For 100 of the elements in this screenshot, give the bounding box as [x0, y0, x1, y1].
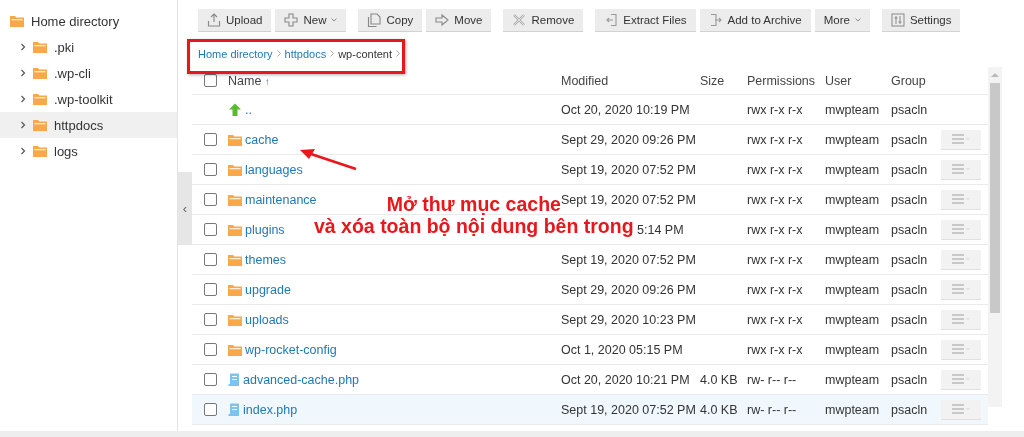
folder-icon: [228, 193, 242, 206]
file-name-link[interactable]: themes: [245, 252, 286, 267]
column-header[interactable]: Group: [891, 73, 926, 88]
tree-item[interactable]: Home directory: [0, 8, 177, 34]
modified-cell: Sept 29, 2020 09:26 PM: [561, 132, 696, 147]
toolbar-button[interactable]: Copy: [358, 9, 423, 32]
file-row[interactable]: uploads Sept 29, 2020 10:23 PM rwx r-x r-x mwpteam psacln: [192, 305, 988, 335]
column-header[interactable]: Modified: [561, 73, 609, 88]
tree-item[interactable]: httpdocs: [0, 112, 177, 138]
row-checkbox[interactable]: [203, 403, 217, 416]
column-header[interactable]: User: [825, 73, 852, 88]
file-name-link[interactable]: languages: [245, 162, 303, 177]
folder-icon: [228, 283, 242, 296]
menu-icon: [952, 194, 970, 204]
permissions-cell: rwx r-x r-x: [747, 132, 803, 147]
breadcrumb-link[interactable]: wp-content: [338, 47, 392, 60]
user-cell: mwpteam: [825, 132, 880, 147]
toolbar-button[interactable]: Add to Archive: [699, 9, 811, 32]
group-cell: psacln: [891, 162, 928, 177]
group-cell: psacln: [891, 252, 928, 267]
row-checkbox[interactable]: [203, 223, 217, 236]
row-checkbox[interactable]: [203, 253, 217, 266]
group-cell: psacln: [891, 342, 928, 357]
chevron-icon: [330, 50, 335, 57]
toolbar-button[interactable]: Move: [426, 9, 492, 32]
permissions-cell: rwx r-x r-x: [747, 252, 803, 267]
row-checkbox[interactable]: [203, 163, 217, 176]
row-checkbox[interactable]: [203, 313, 217, 326]
modified-cell: Oct 20, 2020 10:21 PM: [561, 372, 690, 387]
file-row[interactable]: upgrade Sept 29, 2020 09:26 PM rwx r-x r-x mwpteam psacln: [192, 275, 988, 305]
size-cell: 4.0 KB: [700, 402, 738, 417]
file-name-link[interactable]: ..: [245, 102, 252, 117]
chevron-icon[interactable]: [19, 95, 27, 103]
user-cell: mwpteam: [825, 162, 880, 177]
user-cell: mwpteam: [825, 402, 880, 417]
file-row[interactable]: languages Sept 19, 2020 07:52 PM rwx r-x r-x mwpteam psacln: [192, 155, 988, 185]
file-row[interactable]: themes Sept 19, 2020 07:52 PM rwx r-x r-x mwpteam psacln: [192, 245, 988, 275]
column-header[interactable]: Permissions: [747, 73, 816, 88]
modified-cell: Sept 29, 2020 09:26 PM: [561, 282, 696, 297]
user-cell: mwpteam: [825, 222, 880, 237]
menu-icon: [952, 254, 970, 264]
file-name-link[interactable]: uploads: [245, 312, 289, 327]
menu-icon: [952, 134, 970, 144]
toolbar-button[interactable]: Settings: [881, 9, 961, 32]
menu-icon: [952, 164, 970, 174]
tree-item[interactable]: .pki: [0, 34, 177, 60]
file-row[interactable]: index.php Sept 19, 2020 07:52 PM 4.0 KB rw- r-- r-- mwpteam psacln: [192, 395, 988, 425]
file-row[interactable]: cache Sept 29, 2020 09:26 PM rwx r-x r-x mwpteam psacln: [192, 125, 988, 155]
file-row[interactable]: wp-rocket-config Oct 1, 2020 05:15 PM rwx r-x r-x mwpteam psacln: [192, 335, 988, 365]
breadcrumb-link[interactable]: httpdocs: [284, 47, 327, 60]
row-checkbox[interactable]: [203, 343, 217, 356]
file-name-link[interactable]: maintenance: [245, 192, 317, 207]
group-cell: psacln: [891, 132, 928, 147]
toolbar-button[interactable]: Remove: [503, 9, 584, 32]
tree-label: .wp-cli: [54, 65, 91, 81]
modified-cell: Oct 20, 2020 10:19 PM: [561, 102, 690, 117]
modified-cell: Sept 19, 2020 07:52 PM: [561, 252, 696, 267]
scrollbar-thumb[interactable]: [990, 83, 1000, 313]
row-checkbox[interactable]: [203, 283, 217, 296]
tree-label: Home directory: [31, 13, 120, 29]
group-cell: psacln: [891, 102, 928, 117]
tree-item[interactable]: logs: [0, 138, 177, 164]
file-name-link[interactable]: wp-rocket-config: [245, 342, 337, 357]
column-header[interactable]: Size: [700, 73, 725, 88]
chevron-icon[interactable]: [19, 43, 27, 51]
toolbar-button[interactable]: Upload: [198, 9, 272, 32]
modified-cell: Sept 19, 2020 07:52 PM: [561, 402, 696, 417]
toolbar-button[interactable]: Extract Files: [595, 9, 696, 32]
row-checkbox[interactable]: [203, 133, 217, 146]
permissions-cell: rwx r-x r-x: [747, 312, 803, 327]
permissions-cell: rwx r-x r-x: [747, 102, 803, 117]
user-cell: mwpteam: [825, 282, 880, 297]
collapse-handle[interactable]: ‹: [178, 172, 192, 245]
tree-label: .wp-toolkit: [54, 91, 113, 107]
toolbar-button[interactable]: More: [814, 9, 870, 32]
menu-icon: [952, 374, 970, 384]
tree-item[interactable]: .wp-toolkit: [0, 86, 177, 112]
file-name-link[interactable]: plugins: [245, 222, 285, 237]
file-row[interactable]: .. Oct 20, 2020 10:19 PM rwx r-x r-x mwpteam psacln: [192, 95, 988, 125]
breadcrumb-link[interactable]: Home directory: [198, 47, 273, 60]
tree-item[interactable]: .wp-cli: [0, 60, 177, 86]
user-cell: mwpteam: [825, 252, 880, 267]
toolbar-button[interactable]: New: [275, 9, 347, 32]
row-checkbox[interactable]: [203, 373, 217, 386]
chevron-icon[interactable]: [19, 121, 27, 129]
file-name-link[interactable]: upgrade: [245, 282, 291, 297]
modified-cell: Oct 1, 2020 05:15 PM: [561, 342, 683, 357]
chevron-icon[interactable]: [19, 147, 27, 155]
row-checkbox[interactable]: [203, 193, 217, 206]
chevron-icon[interactable]: [19, 69, 27, 77]
file-name-link[interactable]: advanced-cache.php: [243, 372, 360, 387]
select-all-checkbox[interactable]: [203, 74, 217, 87]
permissions-cell: rwx r-x r-x: [747, 192, 803, 207]
scrollbar[interactable]: [988, 67, 1002, 407]
file-name-link[interactable]: cache: [245, 132, 279, 147]
remove-icon: [512, 13, 527, 27]
file-name-link[interactable]: index.php: [243, 402, 298, 417]
chevron-icon: [276, 50, 281, 57]
folder-icon: [228, 223, 242, 236]
column-header[interactable]: Name ↑: [228, 73, 270, 88]
